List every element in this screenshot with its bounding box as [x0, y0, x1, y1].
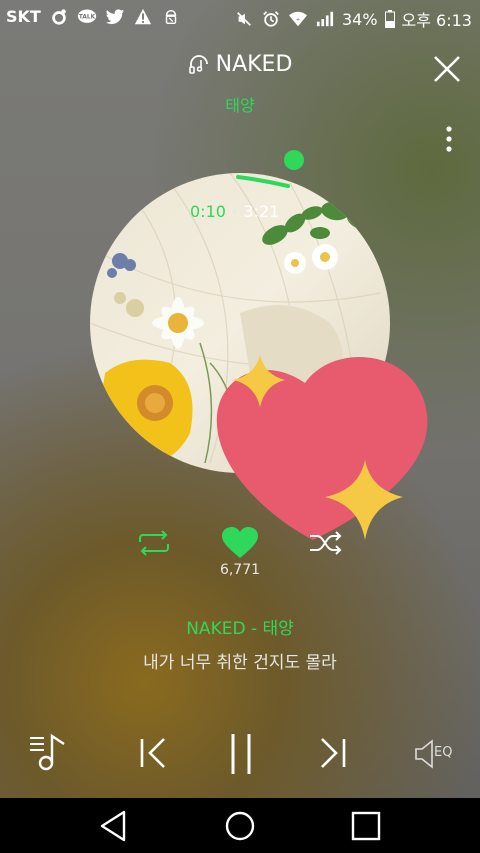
- progress-ring[interactable]: [0, 0, 480, 300]
- playlist-icon[interactable]: [28, 732, 68, 772]
- eq-label: EQ: [434, 745, 453, 760]
- total-time: 3:21: [243, 202, 280, 221]
- time-display: 0:10 • 3:21: [190, 202, 279, 221]
- android-nav-bar: [0, 798, 480, 853]
- progress-thumb: [284, 150, 304, 170]
- current-time: 0:10: [190, 202, 226, 221]
- lyrics-current-line[interactable]: 내가 너무 취한 건지도 몰라: [0, 648, 480, 673]
- music-player-screen: SKT TALK + 34% 오후 6:13 NAKED 태양 0:10 • 3…: [0, 0, 480, 853]
- next-track-icon[interactable]: [316, 736, 348, 770]
- home-icon[interactable]: [220, 806, 260, 846]
- back-icon[interactable]: [94, 806, 134, 846]
- repeat-icon[interactable]: [136, 530, 172, 556]
- pause-icon[interactable]: [228, 732, 254, 776]
- previous-track-icon[interactable]: [138, 736, 170, 770]
- lyrics-title[interactable]: NAKED - 태양: [0, 614, 480, 639]
- speaker-icon: [415, 739, 433, 769]
- like-count: 6,771: [219, 562, 261, 578]
- equalizer-button[interactable]: EQ: [414, 738, 462, 770]
- time-separator: •: [229, 202, 240, 221]
- recents-icon[interactable]: [346, 806, 386, 846]
- shuffle-icon[interactable]: [308, 530, 344, 556]
- heart-sticker-icon: [216, 355, 428, 540]
- like-heart-icon[interactable]: [220, 526, 260, 560]
